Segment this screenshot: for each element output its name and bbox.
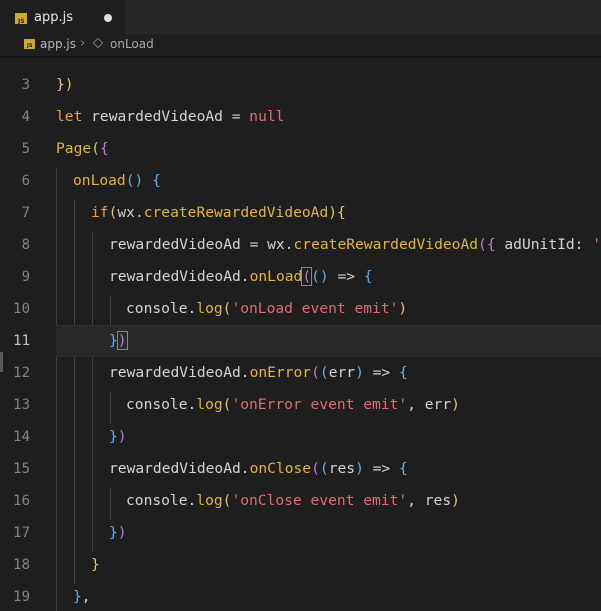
code-line[interactable]: 16 console.log('onClose event emit', res… (0, 485, 601, 517)
breadcrumb-symbol[interactable]: onLoad (110, 37, 154, 51)
line-number: 19 (13, 589, 30, 605)
code-text: } (91, 556, 100, 573)
line-number: 4 (21, 109, 30, 125)
line-number: 10 (13, 301, 30, 317)
code-text: console.log('onLoad event emit') (126, 300, 408, 317)
code-line[interactable]: 10 console.log('onLoad event emit') (0, 293, 601, 325)
code-line[interactable]: 19 }, (0, 581, 601, 611)
line-number: 6 (21, 173, 30, 189)
code-text: Page({ (56, 140, 109, 157)
code-line-active[interactable]: 11 }) (0, 325, 601, 357)
code-line[interactable]: 12 rewardedVideoAd.onError((err) => { (0, 357, 601, 389)
code-line[interactable]: 13 console.log('onError event emit', err… (0, 389, 601, 421)
code-line[interactable]: 17 }) (0, 517, 601, 549)
js-file-icon: JS (15, 13, 27, 25)
line-number: 8 (21, 237, 30, 253)
code-text: rewardedVideoAd.onClose((res) => { (109, 460, 408, 477)
line-number: 17 (13, 525, 30, 541)
line-number: 18 (13, 557, 30, 573)
code-line[interactable]: 18 } (0, 549, 601, 581)
code-text: onLoad() { (73, 172, 161, 189)
code-line[interactable]: 3 }) (0, 69, 601, 101)
tab-app-js[interactable]: JS app.js (0, 0, 125, 34)
code-text: }) (56, 76, 74, 93)
js-file-icon: JS (24, 39, 35, 49)
line-number: 7 (21, 205, 30, 221)
code-text: console.log('onError event emit', err) (126, 396, 460, 413)
breadcrumb-file[interactable]: app.js (40, 37, 76, 51)
code-line[interactable]: 14 }) (0, 421, 601, 453)
code-text: rewardedVideoAd = wx.createRewardedVideo… (109, 236, 601, 253)
code-text: if(wx.createRewardedVideoAd){ (91, 204, 346, 221)
code-line[interactable]: 5 Page({ (0, 133, 601, 165)
line-number: 16 (13, 493, 30, 509)
tab-title: app.js (34, 10, 73, 25)
code-text: }, (73, 588, 91, 605)
code-line[interactable]: 6 onLoad() { (0, 165, 601, 197)
code-text: }) (109, 524, 127, 541)
line-number: 15 (13, 461, 30, 477)
code-line[interactable]: 15 rewardedVideoAd.onClose((res) => { (0, 453, 601, 485)
code-text: console.log('onClose event emit', res) (126, 492, 460, 509)
unsaved-dot-icon[interactable] (104, 14, 112, 22)
line-number: 13 (13, 397, 30, 413)
code-line[interactable]: 4 let rewardedVideoAd = null (0, 101, 601, 133)
code-line[interactable]: 8 rewardedVideoAd = wx.createRewardedVid… (0, 229, 601, 261)
code-text: }) (109, 428, 127, 445)
line-number: 12 (13, 365, 30, 381)
breadcrumb: JS app.js › onLoad (0, 34, 601, 56)
current-line-highlight (56, 325, 601, 357)
code-text: rewardedVideoAd.onError((err) => { (109, 364, 408, 381)
line-number: 9 (21, 269, 30, 285)
code-text: rewardedVideoAd.onLoad(() => { (109, 267, 373, 286)
code-editor[interactable]: 3 }) 4 let rewardedVideoAd = null 5 Page… (0, 56, 601, 611)
method-cube-icon (92, 37, 104, 49)
line-number: 3 (21, 77, 30, 93)
line-number: 11 (13, 333, 30, 349)
line-number: 14 (13, 429, 30, 445)
code-line[interactable]: 9 rewardedVideoAd.onLoad(() => { (0, 261, 601, 293)
code-text: let rewardedVideoAd = null (56, 108, 285, 125)
tab-bar: JS app.js (0, 0, 601, 34)
editor-scroll-shadow (0, 56, 601, 59)
code-text: }) (109, 331, 128, 350)
chevron-right-icon: › (80, 36, 86, 51)
line-number: 5 (21, 141, 30, 157)
code-line[interactable]: 7 if(wx.createRewardedVideoAd){ (0, 197, 601, 229)
